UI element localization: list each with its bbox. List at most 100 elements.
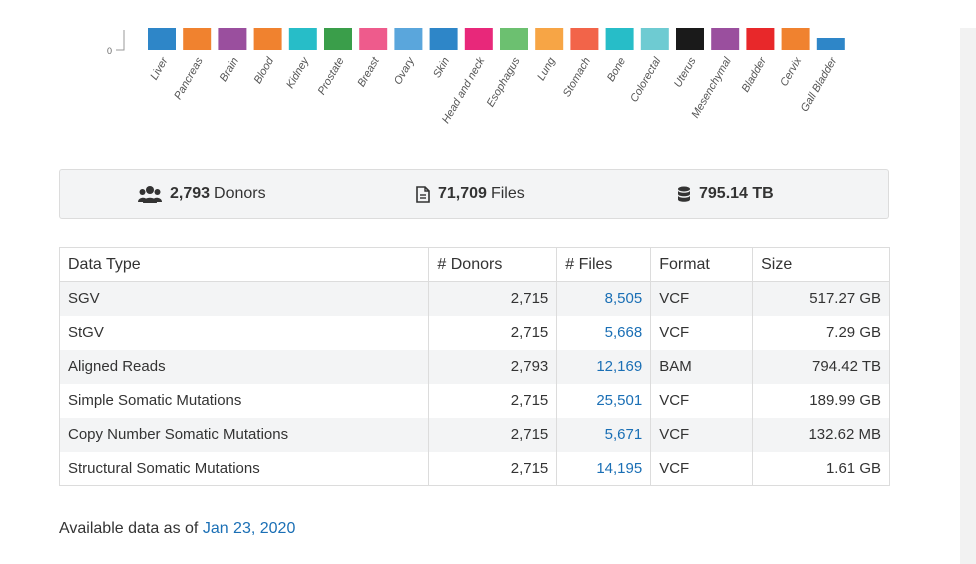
files-label: Files	[490, 185, 525, 202]
cell-size: 517.27 GB	[752, 281, 890, 316]
bar-lung[interactable]	[535, 28, 564, 50]
bar-kidney[interactable]	[288, 28, 317, 50]
header-donors[interactable]: # Donors	[428, 247, 558, 282]
x-tick-label: Stomach	[561, 56, 593, 100]
bar-brain[interactable]	[218, 28, 247, 50]
x-tick-label: Breast	[356, 55, 383, 89]
summary-panel: 2,793 Donors 71,709 Files 795.14 TB	[59, 169, 889, 219]
cell-donors: 2,715	[428, 451, 558, 486]
donors-count: 2,793	[170, 185, 211, 202]
bar-colorectal[interactable]	[640, 28, 669, 50]
cell-donors: 2,715	[428, 383, 558, 418]
primary-site-chart: 0 Liver Pancreas Brain Blood Kidney Prostate B…	[107, 28, 845, 126]
files-count: 71,709	[438, 185, 487, 202]
cell-data-type: Structural Somatic Mutations	[58, 451, 430, 486]
bar-mesenchymal[interactable]	[711, 28, 740, 50]
table-row: StGV 2,715 5,668 VCF 7.29 GB	[58, 315, 890, 350]
cell-format: VCF	[650, 417, 754, 452]
cell-size: 794.42 TB	[752, 349, 890, 384]
cell-files-link[interactable]: 5,668	[556, 315, 652, 350]
x-tick-label: Uterus	[672, 55, 699, 89]
cell-donors: 2,793	[428, 349, 558, 384]
cell-format: VCF	[650, 383, 754, 418]
database-icon	[677, 186, 691, 203]
bar-skin[interactable]	[429, 28, 458, 50]
x-tick-label: Blood	[252, 55, 277, 86]
x-tick-label: Lung	[535, 55, 558, 83]
x-tick-label: Skin	[431, 56, 452, 81]
chart-bars	[148, 28, 845, 50]
cell-files-link[interactable]: 8,505	[556, 281, 652, 316]
cell-donors: 2,715	[428, 315, 558, 350]
files-stat: 71,709 Files	[416, 170, 525, 218]
cell-data-type: StGV	[58, 315, 430, 350]
cell-data-type: Aligned Reads	[58, 349, 430, 384]
x-tick-label: Pancreas	[172, 55, 206, 102]
bar-prostate[interactable]	[324, 28, 352, 50]
table-row: SGV 2,715 8,505 VCF 517.27 GB	[58, 281, 890, 316]
table-row: Copy Number Somatic Mutations 2,715 5,67…	[58, 417, 890, 452]
cell-size: 132.62 MB	[752, 417, 890, 452]
cell-size: 189.99 GB	[752, 383, 890, 418]
x-tick-label: Colorectal	[628, 55, 663, 104]
cell-donors: 2,715	[428, 417, 558, 452]
header-size[interactable]: Size	[752, 247, 890, 282]
file-icon	[416, 185, 430, 203]
bar-head-and-neck[interactable]	[464, 28, 493, 50]
bar-breast[interactable]	[359, 28, 388, 50]
bar-cervix[interactable]	[781, 28, 810, 50]
cell-format: VCF	[650, 451, 754, 486]
cell-data-type: Copy Number Somatic Mutations	[58, 417, 430, 452]
table-row: Structural Somatic Mutations 2,715 14,19…	[58, 451, 890, 486]
cell-size: 1.61 GB	[752, 451, 890, 486]
size-total: 795.14 TB	[699, 185, 774, 202]
cell-files-link[interactable]: 12,169	[556, 349, 652, 384]
cell-files-link[interactable]: 5,671	[556, 417, 652, 452]
donors-label: Donors	[214, 185, 266, 202]
data-type-table: Data Type # Donors # Files Format Size S…	[58, 247, 890, 486]
bar-uterus[interactable]	[676, 28, 704, 50]
bar-ovary[interactable]	[394, 28, 423, 50]
cell-format: BAM	[650, 349, 754, 384]
x-tick-label: Liver	[148, 54, 171, 82]
availability-note: Available data as of Jan 23, 2020	[59, 520, 295, 538]
cell-size: 7.29 GB	[752, 315, 890, 350]
release-date-link[interactable]: Jan 23, 2020	[203, 520, 296, 537]
chart-labels: Liver Pancreas Brain Blood Kidney Prostate Bre…	[148, 54, 840, 125]
x-tick-label: Brain	[218, 56, 241, 84]
right-panel	[960, 28, 976, 564]
bar-stomach[interactable]	[570, 28, 599, 50]
cell-data-type: SGV	[58, 281, 430, 316]
table-row: Aligned Reads 2,793 12,169 BAM 794.42 TB	[58, 349, 890, 384]
header-files[interactable]: # Files	[556, 247, 652, 282]
availability-prefix: Available data as of	[59, 520, 203, 537]
bar-liver[interactable]	[148, 28, 176, 50]
bar-gall-bladder[interactable]	[816, 38, 845, 50]
header-format[interactable]: Format	[650, 247, 754, 282]
x-tick-label: Bone	[605, 56, 628, 84]
x-tick-label: Esophagus	[485, 55, 523, 109]
x-tick-label: Ovary	[392, 54, 418, 87]
bar-pancreas[interactable]	[183, 28, 212, 50]
y-tick-label: 0	[107, 46, 112, 56]
chart-axis: 0	[107, 30, 125, 56]
cell-files-link[interactable]: 14,195	[556, 451, 652, 486]
cell-files-link[interactable]: 25,501	[556, 383, 652, 418]
table-row: Simple Somatic Mutations 2,715 25,501 VC…	[58, 383, 890, 418]
y-axis-line	[116, 30, 125, 51]
cell-format: VCF	[650, 315, 754, 350]
header-data-type[interactable]: Data Type	[58, 247, 430, 282]
size-stat: 795.14 TB	[677, 170, 778, 218]
bar-esophagus[interactable]	[500, 28, 528, 50]
cell-donors: 2,715	[428, 281, 558, 316]
bar-bladder[interactable]	[746, 28, 775, 50]
x-tick-label: Cervix	[778, 55, 804, 88]
x-tick-label: Bladder	[740, 54, 770, 94]
x-tick-label: Prostate	[316, 56, 347, 97]
cell-format: VCF	[650, 281, 754, 316]
x-tick-label: Kidney	[284, 54, 312, 90]
table-header-row: Data Type # Donors # Files Format Size	[58, 247, 890, 282]
cell-data-type: Simple Somatic Mutations	[58, 383, 430, 418]
bar-bone[interactable]	[605, 28, 634, 50]
bar-blood[interactable]	[253, 28, 282, 50]
